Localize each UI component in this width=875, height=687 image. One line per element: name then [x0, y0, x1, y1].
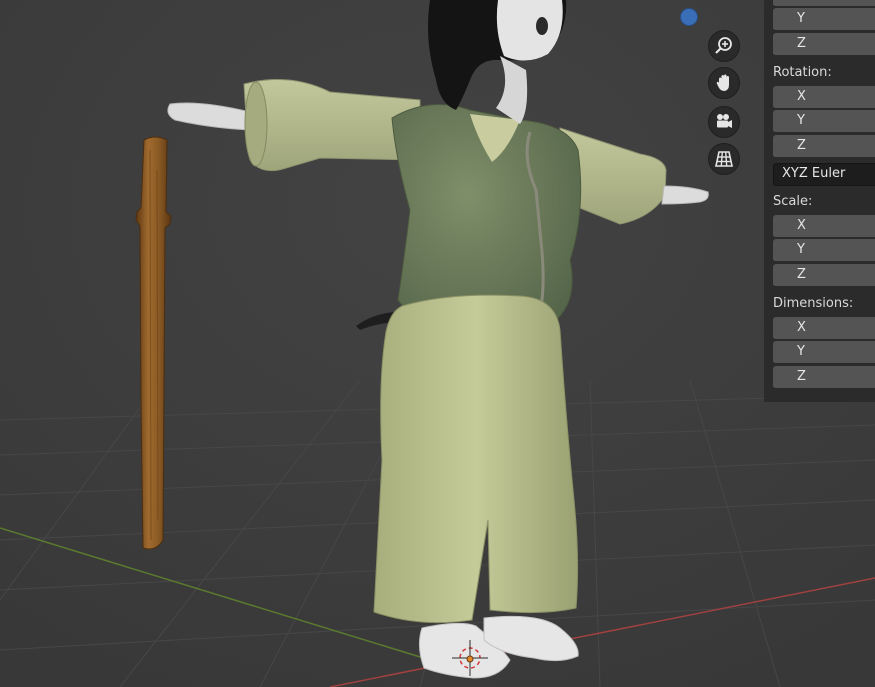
field-axis-label: Y [797, 113, 805, 128]
field-axis-label: Z [797, 138, 806, 153]
field-axis-label: Y [797, 11, 805, 26]
field-axis-label: Z [797, 369, 806, 384]
dimensions-z-field[interactable]: Z [773, 366, 875, 389]
transform-panel: X Y Z Rotation: X Y Z XYZ Euler Scale: X… [764, 0, 875, 402]
rotation-mode-dropdown[interactable]: XYZ Euler [773, 163, 875, 186]
dimensions-x-field[interactable]: X [773, 317, 875, 340]
rotation-z-field[interactable]: Z [773, 135, 875, 158]
scale-z-field[interactable]: Z [773, 264, 875, 287]
3d-viewport[interactable]: X Y Z Rotation: X Y Z XYZ Euler Scale: X… [0, 0, 875, 687]
perspective-grid-icon[interactable] [708, 143, 740, 175]
rotation-mode-value: XYZ Euler [782, 166, 846, 181]
field-axis-label: X [797, 89, 806, 104]
field-axis-label: X [797, 320, 806, 335]
camera-icon[interactable] [708, 106, 740, 138]
rotation-y-field[interactable]: Y [773, 110, 875, 133]
view-gizmo-axis-ball[interactable] [680, 8, 698, 26]
field-axis-label: Z [797, 267, 806, 282]
field-axis-label: Z [797, 36, 806, 51]
zoom-icon[interactable] [708, 30, 740, 62]
location-x-field[interactable]: X [773, 0, 875, 7]
location-y-field[interactable]: Y [773, 8, 875, 31]
scale-x-field[interactable]: X [773, 215, 875, 238]
scale-y-field[interactable]: Y [773, 239, 875, 262]
hand-pan-icon[interactable] [708, 67, 740, 99]
dimensions-y-field[interactable]: Y [773, 341, 875, 364]
rotation-label: Rotation: [773, 65, 832, 80]
dimensions-label: Dimensions: [773, 296, 854, 311]
scale-label: Scale: [773, 194, 813, 209]
location-z-field[interactable]: Z [773, 33, 875, 56]
scene-canvas[interactable] [0, 0, 875, 687]
rotation-x-field[interactable]: X [773, 86, 875, 109]
character-pants[interactable] [373, 294, 579, 624]
field-axis-label: X [797, 218, 806, 233]
field-axis-label: X [797, 0, 806, 2]
field-axis-label: Y [797, 344, 805, 359]
field-axis-label: Y [797, 242, 805, 257]
